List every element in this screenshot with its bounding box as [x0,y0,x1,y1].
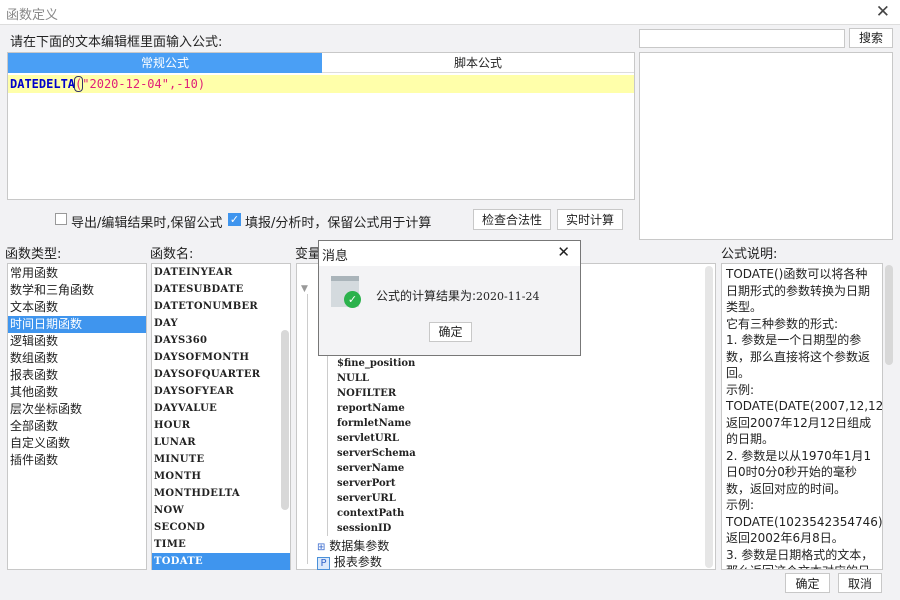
function-item[interactable]: DAY [152,315,290,332]
formula-editor[interactable]: 常规公式 脚本公式 DATEDELTA("2020-12-04",-10) [7,52,635,200]
tab-regular-formula[interactable]: 常规公式 [8,53,322,73]
variable-item[interactable]: serverURL [337,491,637,506]
variable-item[interactable]: sessionID [337,521,637,536]
function-item[interactable]: MINUTE [152,451,290,468]
search-results [639,52,893,240]
tree-line [327,356,328,536]
function-item[interactable]: HOUR [152,417,290,434]
variable-item[interactable]: serverSchema [337,446,637,461]
function-item[interactable]: SECOND [152,519,290,536]
editor-prompt: 请在下面的文本编辑框里面输入公式: [10,35,223,50]
parameter-icon: P [317,557,330,570]
message-ok-button[interactable]: 确定 [429,322,472,342]
category-item[interactable]: 报表函数 [8,367,146,384]
description-paragraph: 1. 参数是一个日期型的参数，那么直接将这个参数返回。 [726,333,871,380]
variable-item[interactable]: serverPort [337,476,637,491]
function-item[interactable]: DAYSOFMONTH [152,349,290,366]
category-item[interactable]: 数学和三角函数 [8,282,146,299]
code-line[interactable]: DATEDELTA("2020-12-04",-10) [8,75,634,93]
check-validity-button[interactable]: 检查合法性 [473,209,551,230]
tree-group-report-params[interactable]: P 报表参数 [317,553,382,570]
description-paragraph: 它有三种参数的形式: [726,316,839,331]
categories-label: 函数类型: [5,247,62,262]
fill-keep-formula-label: 填报/分析时，保留公式用于计算 [245,216,432,231]
category-item[interactable]: 逻辑函数 [8,333,146,350]
category-item[interactable]: 数组函数 [8,350,146,367]
function-list[interactable]: DATEINYEAR DATESUBDATE DATETONUMBER DAY DAYS… [151,263,291,570]
function-item[interactable]: NOW [152,502,290,519]
description-paragraph: TODATE()函数可以将各种日期形式的参数转换为日期类型。 [726,267,871,314]
message-text: 公式的计算结果为:2020-11-24 [376,289,540,303]
title-bar: 函数定义 ✕ [0,0,900,25]
functions-label: 函数名: [150,247,194,262]
success-check-icon: ✓ [344,291,361,308]
cancel-button[interactable]: 取消 [838,573,882,593]
export-keep-formula-label: 导出/编辑结果时,保留公式 [71,216,223,231]
variable-item[interactable]: servletURL [337,431,637,446]
variable-item[interactable]: NULL [337,371,637,386]
tab-script-formula[interactable]: 脚本公式 [322,53,634,73]
function-item[interactable]: DAYS360 [152,332,290,349]
message-dialog: 消息 ✕ ✓ 公式的计算结果为:2020-11-24 确定 [318,240,581,356]
function-item[interactable]: DAYVALUE [152,400,290,417]
code-function: DATEDELTA [10,77,76,91]
realtime-calc-button[interactable]: 实时计算 [557,209,623,230]
description-paragraph: 3. 参数是日期格式的文本，那么返回这个文本对应的日期。 [726,547,874,570]
window-title: 函数定义 [6,8,59,23]
variable-item[interactable]: contextPath [337,506,637,521]
category-item[interactable]: 全部函数 [8,418,146,435]
tree-expand-icon[interactable]: ▼ [301,284,308,294]
close-icon[interactable]: ✕ [876,2,890,22]
description-paragraph: 2. 参数是以从1970年1月1日0时0分0秒开始的毫秒数，返回对应的时间。 [726,448,872,496]
category-item[interactable]: 自定义函数 [8,435,146,452]
variable-item[interactable]: NOFILTER [337,386,637,401]
function-item[interactable]: TIME [152,536,290,553]
variable-item[interactable]: reportName [337,401,637,416]
search-input[interactable] [639,29,845,48]
code-args: ,-10) [168,77,206,91]
function-item[interactable]: MONTHDELTA [152,485,290,502]
search-button[interactable]: 搜索 [849,28,893,48]
category-item[interactable]: 层次坐标函数 [8,401,146,418]
description-paragraph: 示例: TODATE(DATE(2007,12,12))返回2007年12月12… [726,382,883,447]
export-keep-formula-checkbox[interactable] [55,213,67,225]
message-close-icon[interactable]: ✕ [557,243,570,261]
formula-description: TODATE()函数可以将各种日期形式的参数转换为日期类型。它有三种参数的形式:… [721,263,883,570]
description-scrollbar[interactable] [885,265,893,365]
variable-item[interactable]: $fine_position [337,356,637,371]
function-item[interactable]: DATESUBDATE [152,281,290,298]
variable-item[interactable]: formletName [337,416,637,431]
function-item[interactable]: LUNAR [152,434,290,451]
function-list-scrollbar[interactable] [281,330,289,510]
function-item[interactable]: DAYSOFQUARTER [152,366,290,383]
category-item[interactable]: 时间日期函数 [8,316,146,333]
function-item[interactable]: TODATE [152,553,290,570]
message-title-bar: 消息 ✕ [319,241,580,266]
variable-item[interactable]: serverName [337,461,637,476]
category-item[interactable]: 文本函数 [8,299,146,316]
variable-tree-scrollbar[interactable] [705,266,713,568]
variable-list: $fine_position NULL NOFILTER reportName form… [337,356,637,536]
function-item[interactable]: DATEINYEAR [152,264,290,281]
description-paragraph: 示例: TODATE(1023542354746)返回2002年6月8日。 [726,498,883,545]
function-item[interactable]: DAYSOFYEAR [152,383,290,400]
function-item[interactable]: DATETONUMBER [152,298,290,315]
dataset-icon: ⊞ [317,542,326,553]
category-item[interactable]: 常用函数 [8,265,146,282]
tree-group-dataset[interactable]: ⊞ 数据集参数 [317,537,389,554]
category-item[interactable]: 其他函数 [8,384,146,401]
description-label: 公式说明: [721,247,778,262]
category-item[interactable]: 插件函数 [8,452,146,469]
message-title: 消息 [322,249,349,264]
function-item[interactable]: MONTH [152,468,290,485]
tree-line [307,294,308,564]
fill-keep-formula-checkbox[interactable]: ✓ [228,213,241,226]
code-string: "2020-12-04" [82,77,169,91]
ok-button[interactable]: 确定 [785,573,830,593]
category-list[interactable]: 常用函数 数学和三角函数 文本函数 时间日期函数 逻辑函数 数组函数 报表函数 其他函数 层次坐… [7,263,147,570]
